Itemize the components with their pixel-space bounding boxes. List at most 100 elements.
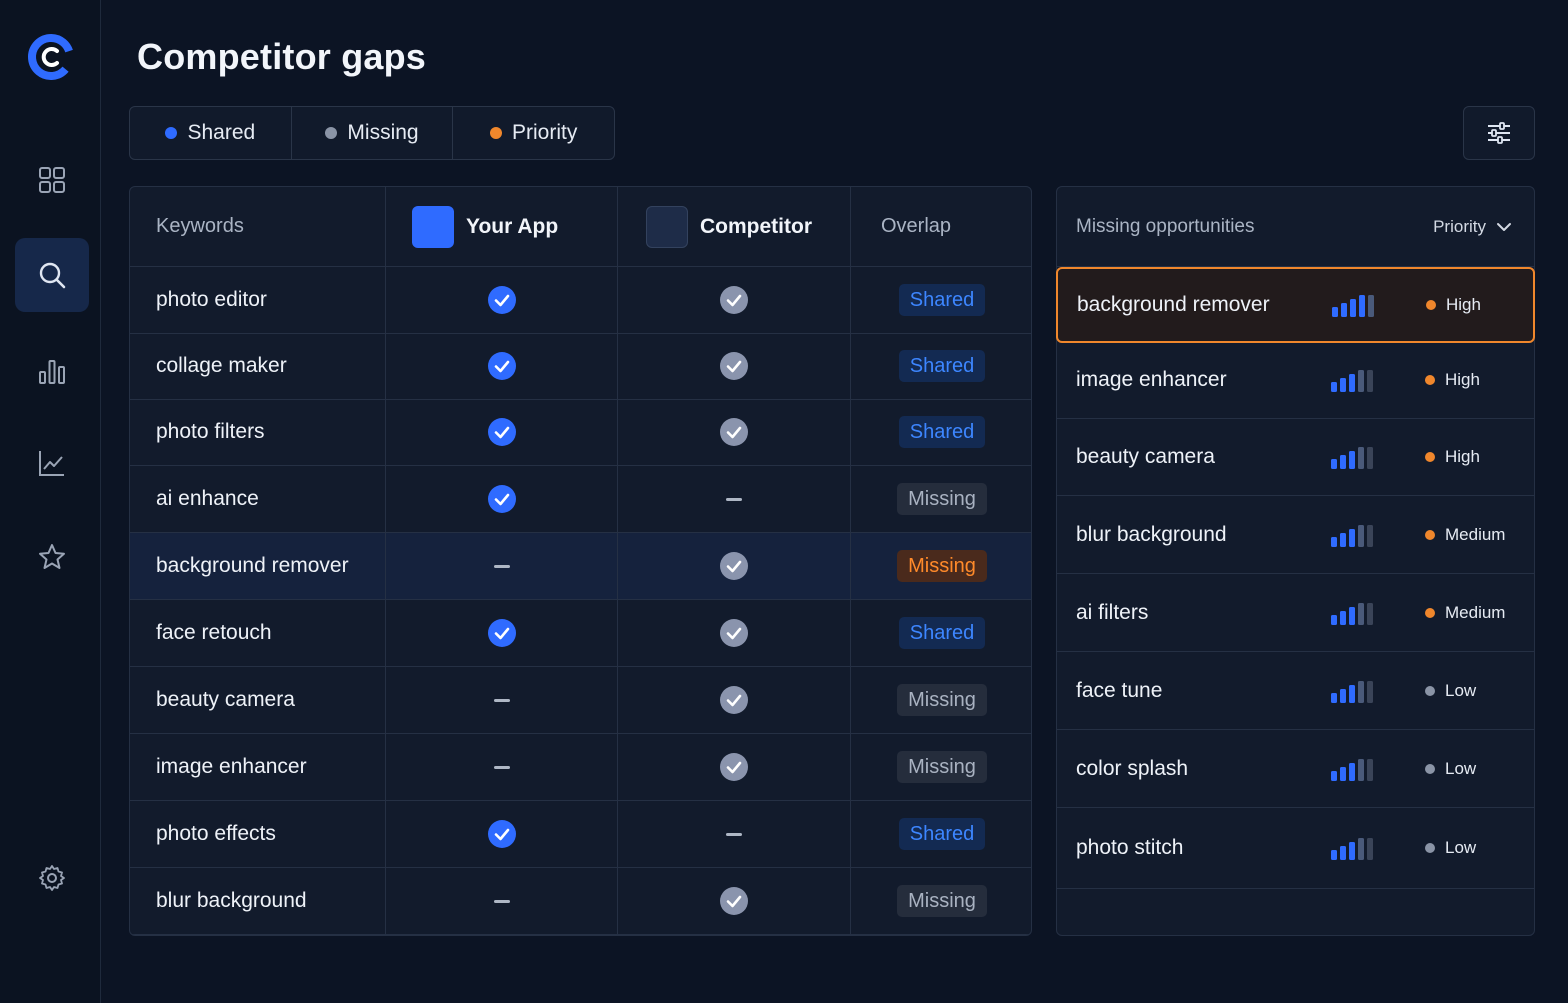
competitor-cell [618,801,851,867]
strength-bar [1359,295,1365,317]
sort-label: Priority [1433,216,1486,236]
opportunity-item[interactable]: color splash Low [1057,730,1534,808]
sidebar-item-dashboard[interactable] [15,143,89,217]
competitor-cell [618,533,851,599]
keyword-text: photo editor [156,288,267,311]
strength-bars-icon [1331,445,1373,469]
header-keywords-label: Keywords [156,215,244,237]
check-icon [719,417,749,447]
keyword-text: beauty camera [156,688,295,711]
legend-label: Priority [512,121,578,144]
search-icon [39,262,66,289]
page-title: Competitor gaps [137,36,427,77]
table-row[interactable]: background remover Missing [130,533,1031,600]
line-chart-icon [39,451,64,476]
strength-bar [1368,295,1374,317]
overlap-cell: Missing [851,868,1031,934]
dash-icon [493,899,510,903]
overlap-badge: Shared [898,416,986,448]
legend-shared[interactable]: Shared [130,107,292,159]
priority-label: Low [1425,838,1476,858]
dash-icon [726,832,742,836]
priority-dot-icon [1425,375,1435,385]
overlap-badge: Missing [897,483,987,515]
priority-dot-icon [1425,843,1435,853]
keyword-cell: blur background [130,868,386,934]
priority-text: High [1445,447,1480,466]
keyword-cell: photo filters [130,399,386,465]
check-icon [487,351,517,381]
strength-bar [1358,447,1364,469]
strength-bar [1349,451,1355,469]
legend-tabs: Shared Missing Priority [129,106,615,160]
opportunity-item[interactable]: beauty camera High [1057,419,1534,496]
gear-icon [39,865,65,891]
priority-sort-dropdown[interactable]: Priority [1433,217,1512,237]
opportunity-keyword: beauty camera [1076,445,1215,468]
opportunity-item[interactable]: photo stitch Low [1057,808,1534,889]
keyword-text: ai enhance [156,487,259,510]
keyword-cell: ai enhance [130,466,386,532]
strength-bars-icon [1331,757,1373,781]
overlap-cell: Missing [851,533,1031,599]
priority-label: Low [1425,681,1476,701]
header-competitor: Competitor [618,187,851,266]
strength-bar [1331,770,1337,781]
overlap-badge: Shared [898,284,986,316]
strength-bar [1331,614,1337,625]
strength-bar [1341,303,1347,317]
table-row[interactable]: blur background Missing [130,868,1031,935]
legend-missing[interactable]: Missing [292,107,454,159]
opportunity-keyword: image enhancer [1076,368,1227,391]
opportunity-item[interactable]: blur background Medium [1057,496,1534,574]
table-row[interactable]: photo filters Shared [130,399,1031,466]
check-icon [487,618,517,648]
keyword-text: face retouch [156,621,272,644]
your-app-cell [386,801,618,867]
missing-opportunities-panel: Missing opportunities Priority backgroun… [1056,186,1535,936]
competitor-cell [618,734,851,800]
table-row[interactable]: beauty camera Missing [130,667,1031,734]
keyword-cell: photo effects [130,801,386,867]
your-app-cell [386,734,618,800]
check-icon [487,285,517,315]
strength-bar [1367,758,1373,781]
sidebar-item-favorites[interactable] [15,520,89,594]
priority-label: High [1426,295,1481,315]
brand-logo-icon[interactable] [26,32,76,82]
overlap-badge: Missing [897,550,987,582]
opportunity-item[interactable]: image enhancer High [1057,342,1534,419]
table-row[interactable]: ai enhance Missing [130,466,1031,533]
strength-bar [1367,602,1373,625]
opportunity-keyword: ai filters [1076,600,1149,624]
keywords-table: Keywords Your App Competitor Overlap pho… [129,186,1032,936]
table-row[interactable]: photo editor Shared [130,267,1031,334]
sidebar-item-bar-chart[interactable] [15,334,89,408]
strength-bars-icon [1331,836,1373,860]
settings-button[interactable] [15,841,89,915]
table-row[interactable]: photo effects Shared [130,801,1031,868]
filter-button[interactable] [1463,106,1535,160]
legend-priority[interactable]: Priority [453,107,614,159]
overlap-cell: Missing [851,466,1031,532]
table-row[interactable]: collage maker Shared [130,333,1031,400]
check-icon [719,285,749,315]
strength-bar [1367,370,1373,392]
overlap-cell: Shared [851,333,1031,399]
opportunities-title: Missing opportunities [1076,215,1255,237]
opportunity-item[interactable]: background remover High [1056,267,1535,343]
sidebar-item-search[interactable] [15,238,89,312]
missing-dot-icon [325,127,338,139]
opportunity-item[interactable]: face tune Low [1057,652,1534,730]
strength-bar [1358,758,1364,781]
table-row[interactable]: image enhancer Missing [130,734,1031,801]
strength-bar [1331,536,1337,547]
strength-bar [1367,680,1373,703]
table-row[interactable]: face retouch Shared [130,600,1031,667]
sidebar-item-trends[interactable] [15,426,89,500]
opportunity-keyword: photo stitch [1076,836,1184,859]
strength-bar [1340,455,1346,469]
opportunity-item[interactable]: ai filters Medium [1057,574,1534,652]
keyword-text: image enhancer [156,755,307,778]
dash-icon [493,765,510,769]
